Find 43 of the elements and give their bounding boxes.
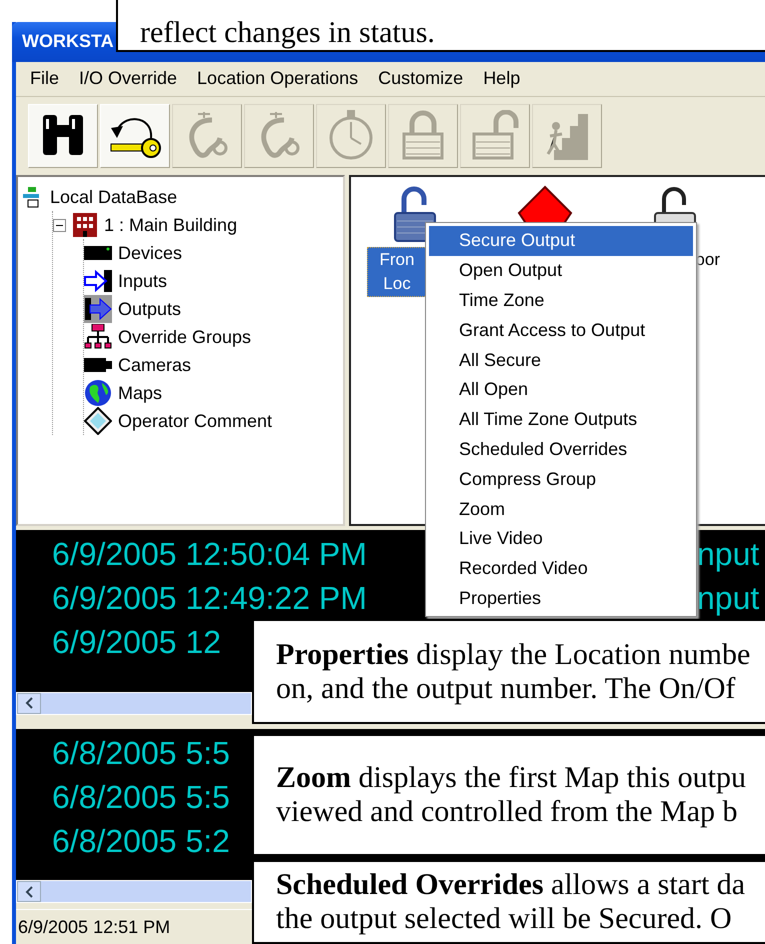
log-time: 6/9/2005 12:50:04 PM xyxy=(52,538,367,570)
device-icon xyxy=(84,245,112,262)
tree-item[interactable]: Override Groups xyxy=(118,326,252,348)
tree-item[interactable]: Local DataBase xyxy=(50,186,178,208)
tree-item[interactable]: Outputs xyxy=(118,298,182,320)
log-time: 6/8/2005 5:5 xyxy=(52,736,230,769)
tree-item[interactable]: Operator Comment xyxy=(118,410,272,432)
building-icon xyxy=(72,212,98,238)
camera-icon xyxy=(84,358,112,372)
output-label[interactable]: Fron Loc xyxy=(367,247,427,298)
scroll-left-button[interactable] xyxy=(17,693,41,714)
tree-item[interactable]: Devices xyxy=(118,242,182,264)
scrollbar[interactable] xyxy=(16,692,252,715)
callout-text: Properties display the Location numbe on, and the output number. The On/Of xyxy=(252,619,765,724)
menu-item[interactable]: I/O Override xyxy=(69,68,188,90)
tree-item[interactable]: 1 : Main Building xyxy=(104,214,238,236)
log-time: 6/8/2005 5:5 xyxy=(52,780,230,813)
context-menu-item[interactable]: Secure Output xyxy=(429,226,693,256)
notepad-icon xyxy=(84,407,112,436)
collapse-icon[interactable] xyxy=(53,218,66,232)
log-text: nput xyxy=(697,538,760,570)
hierarchy-icon xyxy=(84,324,112,350)
scroll-left-button[interactable] xyxy=(17,881,41,902)
log-time: 6/9/2005 12:49:22 PM xyxy=(52,582,367,614)
menu-item[interactable]: Help xyxy=(473,68,530,90)
arrow-in-icon xyxy=(84,270,112,292)
menu-item[interactable]: Location Operations xyxy=(187,68,368,90)
status-text: 6/9/2005 12:51 PM xyxy=(17,916,170,938)
tree-item[interactable]: Maps xyxy=(118,382,162,404)
log-time: 6/9/2005 12 xyxy=(52,626,222,658)
log-text: nput xyxy=(697,582,760,614)
callout-text: Zoom displays the first Map this outpu viewed and controlled from the Map b xyxy=(252,734,765,856)
callout-text: reflect changes in status. xyxy=(116,0,765,52)
log-time: 6/8/2005 5:2 xyxy=(52,824,230,857)
menu-item[interactable]: File xyxy=(20,68,70,90)
tree-item[interactable]: Inputs xyxy=(118,270,168,292)
tree-item[interactable]: Cameras xyxy=(118,354,192,376)
open-padlock-icon xyxy=(470,110,520,162)
scrollbar[interactable] xyxy=(16,880,252,904)
callout-text: Scheduled Overrides allows a start da the output selected will be Secured. O xyxy=(252,860,765,944)
menu-item[interactable]: Customize xyxy=(368,68,474,90)
window-title: WORKSTA xyxy=(22,31,114,52)
globe-icon xyxy=(84,379,112,408)
